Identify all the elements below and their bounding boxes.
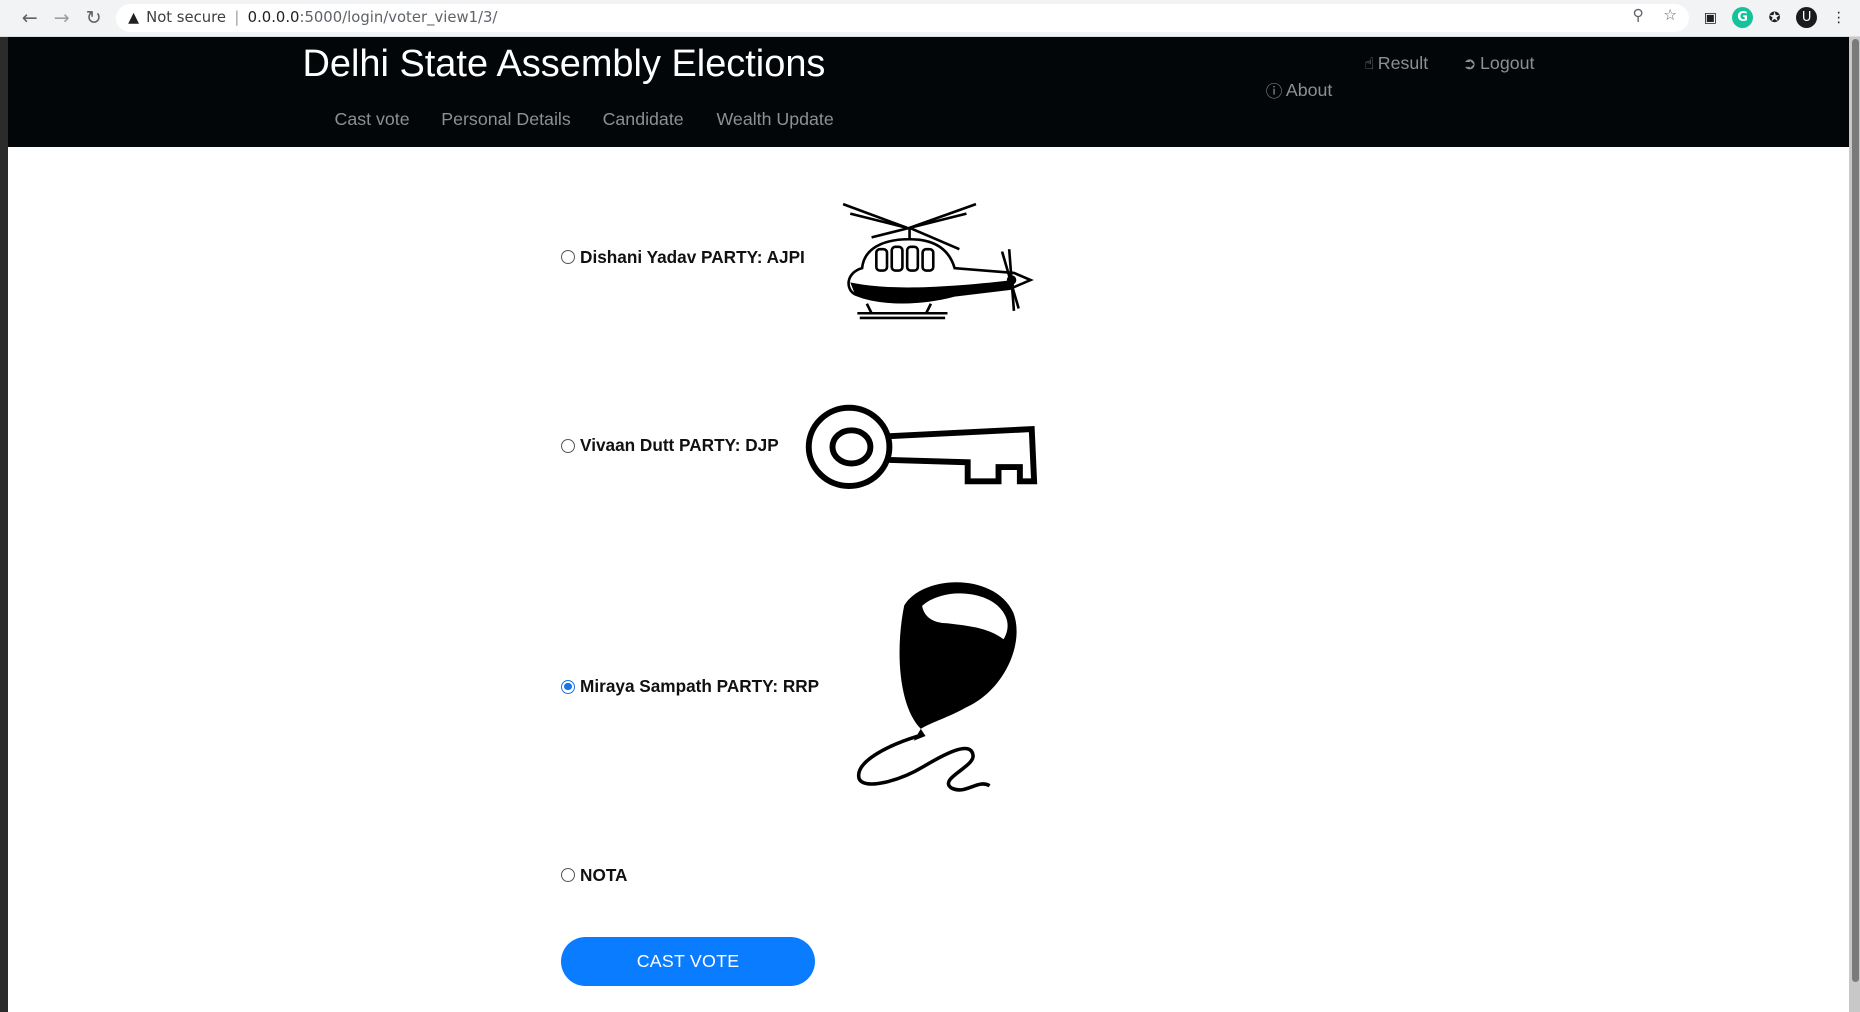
key-symbol [806,405,1038,490]
back-arrow-icon[interactable]: ← [17,5,43,31]
candidate-label: Vivaan Dutt PARTY: DJP [580,435,779,456]
nav-about[interactable]: ⓘ About [1266,78,1333,102]
forward-arrow-icon[interactable]: → [49,5,75,31]
bookmark-star-icon[interactable]: ☆ [1660,5,1681,26]
candidate-radio[interactable] [561,250,576,265]
browser-menu-icon[interactable]: ⋮ [1828,7,1849,28]
nav-wealth-update[interactable]: Wealth Update [716,109,833,130]
candidate-radio-selected[interactable] [561,679,576,694]
zoom-icon[interactable]: ⚲ [1627,5,1648,26]
left-gutter [0,36,9,1012]
nav-personal-details[interactable]: Personal Details [441,109,570,130]
hand-pointer-icon: ☝ [1364,54,1375,74]
balloon-symbol [856,581,1017,792]
nav-result[interactable]: ☝ Result [1364,53,1428,74]
helicopter-symbol [842,202,1035,320]
media-extension-icon[interactable]: ▣ [1700,7,1721,28]
candidate-label: NOTA [580,864,628,885]
nav-logout[interactable]: ➲ Logout [1463,53,1535,74]
reload-icon[interactable]: ↻ [81,5,107,31]
url-host: 0.0.0.0 [247,9,300,27]
address-bar[interactable]: ▲ Not secure | 0.0.0.0:5000/login/voter_… [116,3,1690,33]
browser-toolbar: ← → ↻ ▲ Not secure | 0.0.0.0:5000/login/… [0,0,1860,37]
candidate-radio[interactable] [561,438,576,453]
about-label: About [1285,79,1333,100]
profile-avatar[interactable]: U [1795,7,1818,29]
scrollbar-thumb[interactable] [1851,39,1859,983]
url-path: :5000/login/voter_view1/3/ [299,9,498,27]
grammarly-extension-icon[interactable]: G [1731,7,1754,29]
warning-icon: ▲ [128,9,140,26]
security-label: Not secure [146,9,227,27]
candidate-label: Miraya Sampath PARTY: RRP [580,676,820,697]
site-navbar: Delhi State Assembly Elections Cast vote… [8,36,1850,148]
address-divider: | [234,9,240,27]
candidate-option-dishani[interactable]: Dishani Yadav PARTY: AJPI [561,247,805,268]
result-label: Result [1377,53,1429,74]
candidate-option-vivaan[interactable]: Vivaan Dutt PARTY: DJP [561,435,779,456]
extensions-puzzle-icon[interactable]: ✪ [1764,7,1785,28]
nav-candidate[interactable]: Candidate [603,109,684,130]
site-title[interactable]: Delhi State Assembly Elections [302,43,825,86]
logout-label: Logout [1480,53,1535,74]
candidate-option-miraya[interactable]: Miraya Sampath PARTY: RRP [561,676,819,697]
cast-vote-button[interactable]: CAST VOTE [561,937,815,986]
info-icon: ⓘ [1265,82,1283,102]
logout-icon: ➲ [1462,54,1477,74]
nav-cast-vote[interactable]: Cast vote [335,109,410,130]
candidate-label: Dishani Yadav PARTY: AJPI [580,246,805,267]
candidate-radio[interactable] [561,868,576,883]
candidate-option-nota[interactable]: NOTA [561,865,627,886]
